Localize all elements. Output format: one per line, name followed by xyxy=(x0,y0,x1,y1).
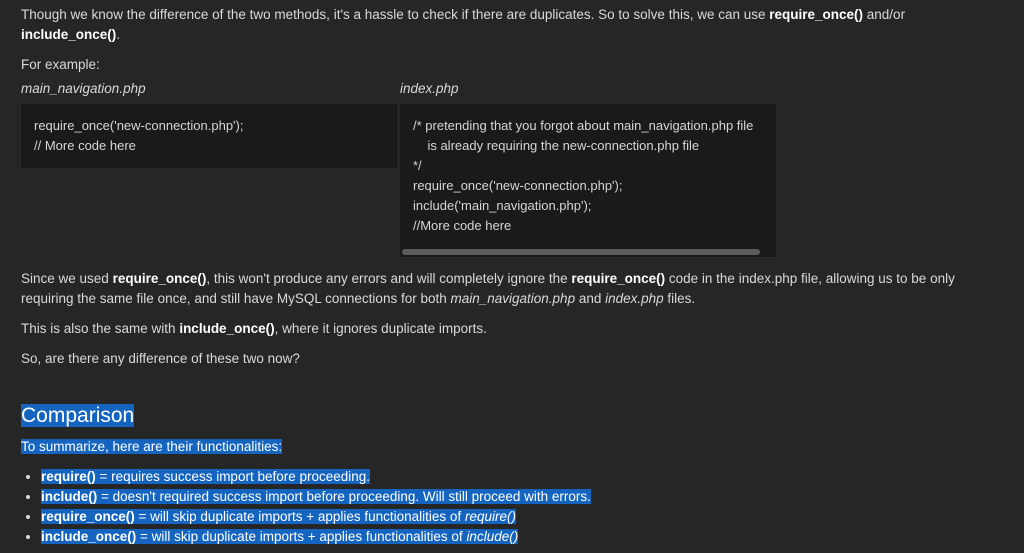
scrollbar-thumb[interactable] xyxy=(402,249,760,255)
filename-index: index.php xyxy=(400,81,459,96)
keyword-include-once: include_once() xyxy=(21,27,117,42)
list-item-require: require() = requires success import befo… xyxy=(41,467,1004,487)
explanation-paragraph: Since we used require_once(), this won't… xyxy=(21,271,955,306)
list-item-require-once: require_once() = will skip duplicate imp… xyxy=(41,507,1004,527)
for-example-text: For example: xyxy=(21,57,100,72)
summary-text: To summarize, here are their functionali… xyxy=(21,439,283,454)
filename-main-navigation: main_navigation.php xyxy=(21,81,146,96)
code-block-main-navigation[interactable]: require_once('new-connection.php'); // M… xyxy=(21,104,397,168)
functions-list: require() = requires success import befo… xyxy=(21,467,1004,547)
list-item-include: include() = doesn't required success imp… xyxy=(41,487,1004,507)
code-block-index[interactable]: /* pretending that you forgot about main… xyxy=(400,104,776,257)
code-examples: main_navigation.php index.php require_on… xyxy=(21,79,1004,257)
include-once-paragraph: This is also the same with include_once(… xyxy=(21,321,487,336)
intro-paragraph: Though we know the difference of the two… xyxy=(21,7,906,42)
horizontal-scrollbar[interactable] xyxy=(400,247,776,257)
list-item-include-once: include_once() = will skip duplicate imp… xyxy=(41,527,1004,547)
keyword-require-once: require_once() xyxy=(769,7,864,22)
question-paragraph: So, are there any difference of these tw… xyxy=(21,351,300,366)
article-body: Though we know the difference of the two… xyxy=(0,0,1024,547)
comparison-heading: Comparison xyxy=(21,404,135,427)
